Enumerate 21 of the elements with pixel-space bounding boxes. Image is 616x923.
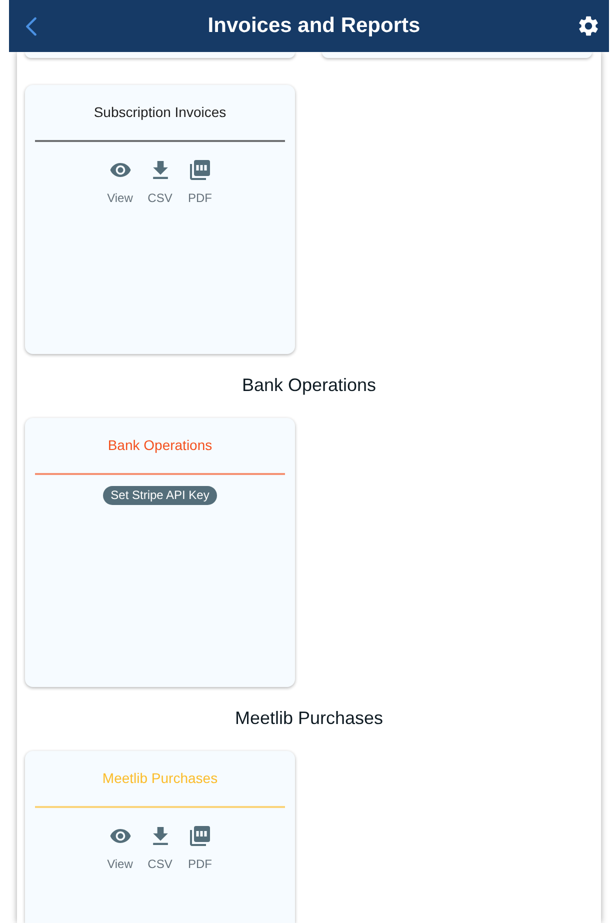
csv-button[interactable]: CSV	[140, 160, 180, 205]
section-heading: Meetlib Purchases	[234, 707, 384, 729]
page-title: Invoices and Reports	[206, 13, 420, 39]
eye-icon	[110, 163, 130, 177]
set-key-button[interactable]: Set Stripe API Key	[102, 486, 218, 505]
view-button[interactable]: View	[100, 826, 140, 871]
pdf-button[interactable]: PDF	[180, 826, 220, 871]
chevron-left-icon[interactable]	[25, 16, 37, 36]
download-icon	[152, 827, 168, 845]
view-button[interactable]: View	[100, 160, 140, 205]
card-title: Subscription Invoices	[94, 103, 226, 121]
section-heading: Bank Operations	[242, 374, 376, 396]
settings-icon[interactable]	[579, 16, 598, 36]
pdf-button[interactable]: PDF	[180, 160, 220, 205]
eye-icon	[110, 829, 130, 843]
card-title: Meetlib Purchases	[102, 769, 218, 787]
stacked-pages-icon	[190, 826, 210, 846]
card-title: Bank Operations	[108, 436, 212, 454]
stacked-pages-icon	[190, 160, 210, 180]
csv-button[interactable]: CSV	[140, 826, 180, 871]
download-icon	[152, 161, 168, 179]
